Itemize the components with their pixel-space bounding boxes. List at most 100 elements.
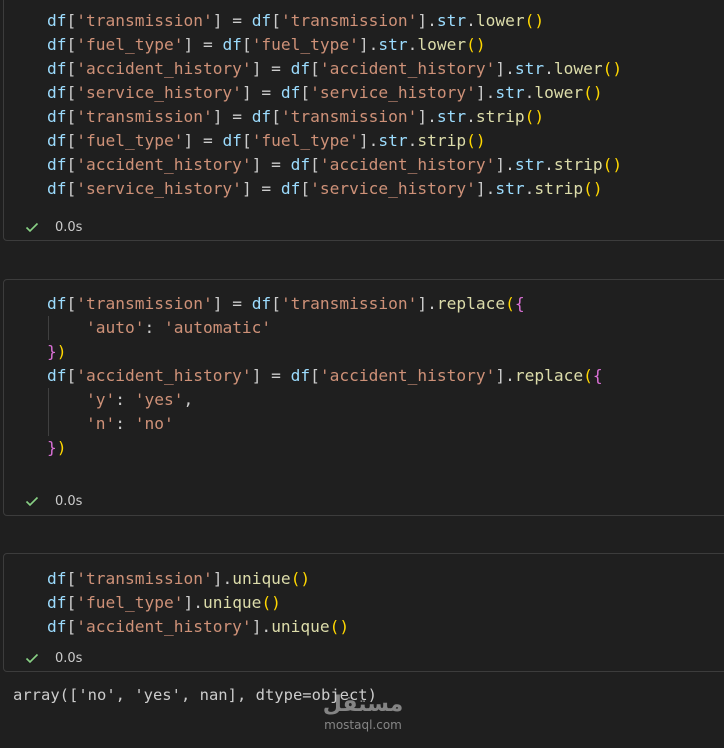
function-token: lower bbox=[475, 11, 525, 30]
code-line[interactable]: df['fuel_type'] = df['fuel_type'].str.lo… bbox=[47, 33, 486, 57]
code-line[interactable]: }) bbox=[47, 436, 67, 460]
punctuation-token: ] = bbox=[241, 83, 281, 102]
punctuation-token: ]. bbox=[495, 366, 515, 385]
indent-guide bbox=[48, 388, 49, 436]
function-token: strip bbox=[553, 155, 603, 174]
punctuation-token: [ bbox=[66, 83, 77, 102]
variable-token: df bbox=[290, 155, 311, 174]
punctuation-token: : bbox=[115, 390, 135, 409]
cell-2-status: 0.0s bbox=[24, 492, 82, 510]
variable-token: df bbox=[251, 11, 272, 30]
variable-token: df bbox=[47, 593, 67, 612]
code-line[interactable]: 'y': 'yes', bbox=[47, 388, 193, 412]
string-token: 'fuel_type' bbox=[76, 131, 184, 150]
punctuation-token: ]. bbox=[495, 59, 515, 78]
code-line[interactable]: df['accident_history'] = df['accident_hi… bbox=[47, 57, 622, 81]
code-cell-1[interactable]: df['transmission'] = df['transmission'].… bbox=[3, 0, 724, 241]
indent-guide bbox=[48, 316, 49, 340]
punctuation-token: ] = bbox=[212, 107, 252, 126]
punctuation-token: ]. bbox=[475, 83, 496, 102]
check-icon bbox=[25, 496, 39, 507]
punctuation-token bbox=[47, 318, 86, 337]
punctuation-token: ]. bbox=[475, 179, 496, 198]
variable-token: df bbox=[47, 107, 67, 126]
code-line[interactable]: df['fuel_type'].unique() bbox=[47, 591, 281, 615]
variable-token: df bbox=[251, 294, 272, 313]
punctuation-token: ]. bbox=[495, 155, 515, 174]
punctuation-token: . bbox=[524, 83, 535, 102]
string-token: 'accident_history' bbox=[76, 366, 252, 385]
function-token: unique bbox=[202, 593, 262, 612]
code-line[interactable]: df['service_history'] = df['service_hist… bbox=[47, 81, 603, 105]
variable-token: df bbox=[47, 11, 67, 30]
string-token: 'service_history' bbox=[310, 179, 476, 198]
check-icon bbox=[25, 653, 39, 664]
code-line[interactable]: df['accident_history'].unique() bbox=[47, 615, 349, 639]
bracket-token: () bbox=[524, 107, 545, 126]
punctuation-token: [ bbox=[66, 179, 77, 198]
punctuation-token: [ bbox=[300, 83, 311, 102]
mostaql-watermark: مستقل mostaql.com bbox=[317, 692, 409, 734]
bracket-token: ) bbox=[56, 342, 67, 361]
variable-token: str bbox=[495, 179, 525, 198]
bracket-token: () bbox=[261, 593, 281, 612]
code-cell-3[interactable]: df['transmission'].unique() df['fuel_type… bbox=[3, 553, 724, 672]
code-line[interactable]: df['transmission'] = df['transmission'].… bbox=[47, 292, 525, 316]
variable-token: df bbox=[47, 83, 67, 102]
variable-token: df bbox=[47, 131, 67, 150]
function-token: lower bbox=[534, 83, 584, 102]
code-line[interactable]: df['transmission'].unique() bbox=[47, 567, 310, 591]
code-cell-2[interactable]: df['transmission'] = df['transmission'].… bbox=[3, 279, 724, 516]
punctuation-token: . bbox=[544, 59, 554, 78]
string-token: 'fuel_type' bbox=[76, 35, 184, 54]
code-line[interactable]: df['transmission'] = df['transmission'].… bbox=[47, 105, 544, 129]
string-token: 'accident_history' bbox=[319, 59, 496, 78]
string-token: 'service_history' bbox=[310, 83, 476, 102]
punctuation-token: ]. bbox=[417, 11, 437, 30]
string-token: 'fuel_type' bbox=[76, 593, 184, 612]
code-line[interactable]: df['accident_history'] = df['accident_hi… bbox=[47, 364, 603, 388]
check-icon bbox=[25, 222, 39, 233]
string-token: 'accident_history' bbox=[76, 617, 252, 636]
string-token: 'n' bbox=[85, 414, 116, 433]
function-token: strip bbox=[475, 107, 525, 126]
code-line[interactable]: }) bbox=[47, 340, 67, 364]
variable-token: df bbox=[47, 59, 67, 78]
punctuation-token: [ bbox=[300, 179, 311, 198]
string-token: 'transmission' bbox=[76, 107, 213, 126]
string-token: 'transmission' bbox=[280, 11, 418, 30]
punctuation-token: [ bbox=[66, 35, 77, 54]
string-token: 'transmission' bbox=[280, 107, 418, 126]
variable-token: df bbox=[290, 59, 311, 78]
code-line[interactable]: df['transmission'] = df['transmission'].… bbox=[47, 9, 544, 33]
punctuation-token: ] = bbox=[183, 35, 223, 54]
punctuation-token: [ bbox=[66, 593, 77, 612]
code-line[interactable]: df['accident_history'] = df['accident_hi… bbox=[47, 153, 622, 177]
function-token: lower bbox=[553, 59, 603, 78]
punctuation-token: . bbox=[466, 107, 476, 126]
bracket-token: ( bbox=[505, 294, 515, 313]
bracket-token: () bbox=[290, 569, 311, 588]
code-line[interactable]: 'n': 'no' bbox=[47, 412, 174, 436]
string-token: 'no' bbox=[134, 414, 174, 433]
punctuation-token: [ bbox=[66, 569, 77, 588]
function-token: unique bbox=[232, 569, 291, 588]
punctuation-token: . bbox=[544, 155, 554, 174]
code-line[interactable]: df['fuel_type'] = df['fuel_type'].str.st… bbox=[47, 129, 486, 153]
punctuation-token: ] = bbox=[251, 155, 291, 174]
punctuation-token: [ bbox=[271, 11, 281, 30]
string-token: 'transmission' bbox=[76, 569, 213, 588]
variable-token: df bbox=[47, 294, 67, 313]
string-token: 'service_history' bbox=[76, 83, 242, 102]
code-line[interactable]: 'auto': 'automatic' bbox=[47, 316, 271, 340]
punctuation-token: : bbox=[144, 318, 164, 337]
punctuation-token: : bbox=[115, 414, 135, 433]
variable-token: df bbox=[251, 107, 272, 126]
punctuation-token: . bbox=[466, 11, 476, 30]
variable-token: str bbox=[436, 11, 467, 30]
variable-token: str bbox=[378, 131, 408, 150]
code-line[interactable]: df['service_history'] = df['service_hist… bbox=[47, 177, 603, 201]
string-token: 'fuel_type' bbox=[251, 131, 359, 150]
cell-3-execution-time: 0.0s bbox=[55, 650, 83, 666]
bracket-token: () bbox=[583, 179, 603, 198]
